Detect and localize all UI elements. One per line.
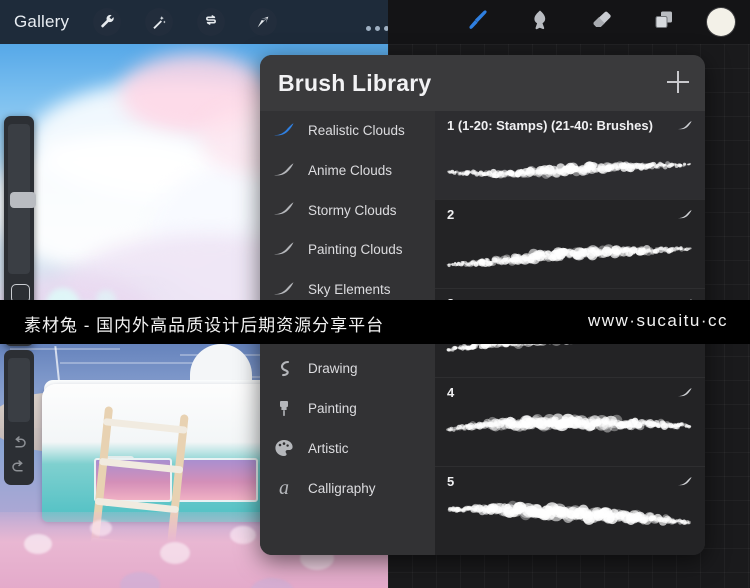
- brush-swoosh-icon: [260, 160, 308, 182]
- brush-set-row[interactable]: Painting: [260, 389, 435, 429]
- brush-stroke-preview: [443, 226, 697, 282]
- brush-name: 4: [447, 385, 455, 400]
- brush-set-label: Painting: [308, 401, 357, 417]
- brush-row[interactable]: 5: [435, 467, 705, 555]
- eraser-tool-button[interactable]: [585, 6, 619, 38]
- paintbrush-icon: [465, 7, 491, 38]
- opacity-slider[interactable]: [8, 358, 30, 422]
- brush-set-row[interactable]: Anime Clouds: [260, 151, 435, 191]
- brush-name: 2: [447, 207, 455, 222]
- brush-stroke-preview: [443, 493, 697, 549]
- italic-a-icon: a: [279, 477, 289, 500]
- squiggle-icon: [260, 358, 308, 380]
- add-brush-set-button[interactable]: [667, 71, 689, 93]
- transform-button[interactable]: [249, 8, 277, 36]
- color-swatch-button[interactable]: [707, 8, 735, 36]
- brush-set-label: Realistic Clouds: [308, 123, 405, 139]
- brush-stroke-preview: [443, 404, 697, 460]
- selection-button[interactable]: [197, 8, 225, 36]
- wrench-icon: [99, 14, 115, 30]
- brush-set-label: Anime Clouds: [308, 163, 393, 179]
- smudge-icon: [528, 8, 552, 37]
- brush-library-header: Brush Library: [260, 55, 705, 111]
- brush-set-row[interactable]: Realistic Clouds: [260, 111, 435, 151]
- brush-set-row[interactable]: Painting Clouds: [260, 230, 435, 270]
- brush-row[interactable]: 1 (1-20: Stamps) (21-40: Brushes): [435, 111, 705, 200]
- gallery-button[interactable]: Gallery: [14, 12, 69, 32]
- top-toolbar-right: [388, 0, 750, 44]
- panel-title: Brush Library: [278, 70, 432, 96]
- redo-button[interactable]: [10, 458, 28, 481]
- paint-brush-tool-button[interactable]: [461, 6, 495, 38]
- dot-icon: [375, 26, 380, 31]
- brush-set-row[interactable]: Artistic: [260, 429, 435, 469]
- watermark-bar: 素材兔 - 国内外高品质设计后期资源分享平台 www·sucaitu·cc: [0, 300, 750, 344]
- adjustments-wand-button[interactable]: [145, 8, 173, 36]
- palette-icon: [260, 437, 308, 459]
- overflow-menu-button[interactable]: [366, 26, 389, 31]
- brush-name: 5: [447, 474, 455, 489]
- brush-set-row[interactable]: Stormy Clouds: [260, 190, 435, 230]
- brush-swoosh-icon: [260, 199, 308, 221]
- brush-swoosh-icon: [677, 208, 695, 227]
- brush-set-label: Artistic: [308, 440, 349, 456]
- layers-icon: [652, 8, 676, 37]
- brush-set-label: Sky Elements: [308, 282, 391, 298]
- brush-swoosh-icon: [260, 239, 308, 261]
- watermark-left-text: 素材兔 - 国内外高品质设计后期资源分享平台: [24, 316, 385, 335]
- brush-stroke-preview: [443, 137, 697, 193]
- paint-brush-icon: [260, 398, 308, 420]
- brush-set-label: Drawing: [308, 361, 358, 377]
- brush-swoosh-icon: [260, 120, 308, 142]
- brush-row[interactable]: 4: [435, 378, 705, 467]
- layers-tool-button[interactable]: [647, 6, 681, 38]
- arrow-transform-icon: [255, 14, 271, 30]
- top-toolbar-left: Gallery: [0, 0, 389, 44]
- actions-wrench-button[interactable]: [93, 8, 121, 36]
- brush-row[interactable]: 2: [435, 200, 705, 289]
- brush-set-row[interactable]: Drawing: [260, 349, 435, 389]
- smudge-tool-button[interactable]: [523, 6, 557, 38]
- brush-swoosh-icon: [260, 279, 308, 301]
- selection-s-icon: [203, 14, 219, 30]
- dot-icon: [366, 26, 371, 31]
- brush-name: 1 (1-20: Stamps) (21-40: Brushes): [447, 118, 653, 133]
- watermark-right-text: www·sucaitu·cc: [587, 311, 728, 330]
- eraser-icon: [590, 8, 614, 37]
- undo-button[interactable]: [10, 434, 28, 457]
- magic-wand-icon: [151, 14, 167, 30]
- brush-swoosh-icon: [677, 475, 695, 494]
- brush-set-row[interactable]: a Calligraphy: [260, 468, 435, 508]
- brush-swoosh-icon: [677, 119, 695, 138]
- brush-set-label: Stormy Clouds: [308, 202, 397, 218]
- brush-swoosh-icon: [677, 386, 695, 405]
- procreate-app-window: Gallery Brush Library Realistic Clouds A…: [0, 0, 750, 588]
- brush-set-label: Painting Clouds: [308, 242, 403, 258]
- brush-size-slider-thumb[interactable]: [10, 192, 36, 208]
- brush-size-slider[interactable]: [8, 124, 36, 274]
- left-sidebar-bottom[interactable]: [4, 350, 34, 485]
- brush-set-label: Calligraphy: [308, 480, 376, 496]
